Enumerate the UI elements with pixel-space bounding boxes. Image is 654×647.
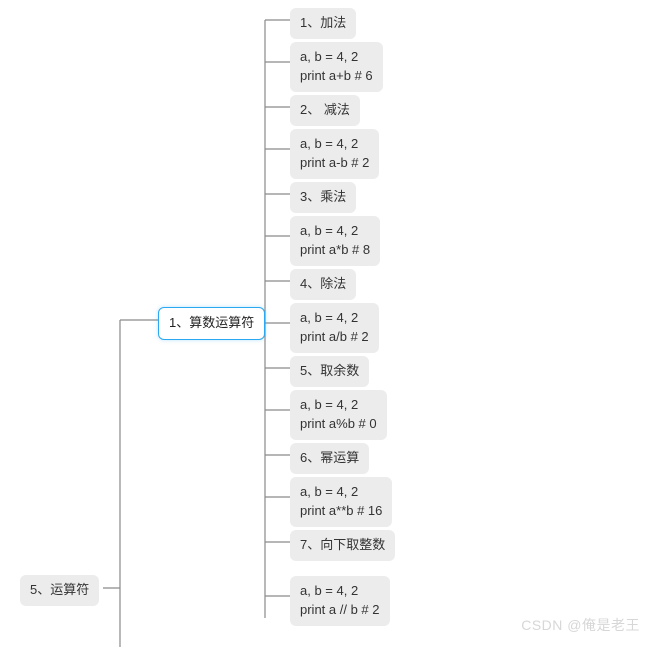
leaf-floordiv-title[interactable]: 7、向下取整数: [290, 530, 395, 561]
leaf-addition-code[interactable]: a, b = 4, 2 print a+b # 6: [290, 42, 383, 92]
leaf-division-title[interactable]: 4、除法: [290, 269, 356, 300]
leaf-power-code[interactable]: a, b = 4, 2 print a**b # 16: [290, 477, 392, 527]
leaf-multiplication-title[interactable]: 3、乘法: [290, 182, 356, 213]
mindmap-branch-arithmetic[interactable]: 1、算数运算符: [158, 307, 265, 340]
leaf-modulo-code[interactable]: a, b = 4, 2 print a%b # 0: [290, 390, 387, 440]
leaf-modulo-title[interactable]: 5、取余数: [290, 356, 369, 387]
mindmap-root-node[interactable]: 5、运算符: [20, 575, 99, 606]
leaf-subtraction-code[interactable]: a, b = 4, 2 print a-b # 2: [290, 129, 379, 179]
leaf-subtraction-title[interactable]: 2、 减法: [290, 95, 360, 126]
watermark-text: CSDN @俺是老王: [521, 615, 640, 635]
leaf-floordiv-code[interactable]: a, b = 4, 2 print a // b # 2: [290, 576, 390, 626]
leaf-addition-title[interactable]: 1、加法: [290, 8, 356, 39]
leaf-multiplication-code[interactable]: a, b = 4, 2 print a*b # 8: [290, 216, 380, 266]
leaf-division-code[interactable]: a, b = 4, 2 print a/b # 2: [290, 303, 379, 353]
leaf-power-title[interactable]: 6、幂运算: [290, 443, 369, 474]
